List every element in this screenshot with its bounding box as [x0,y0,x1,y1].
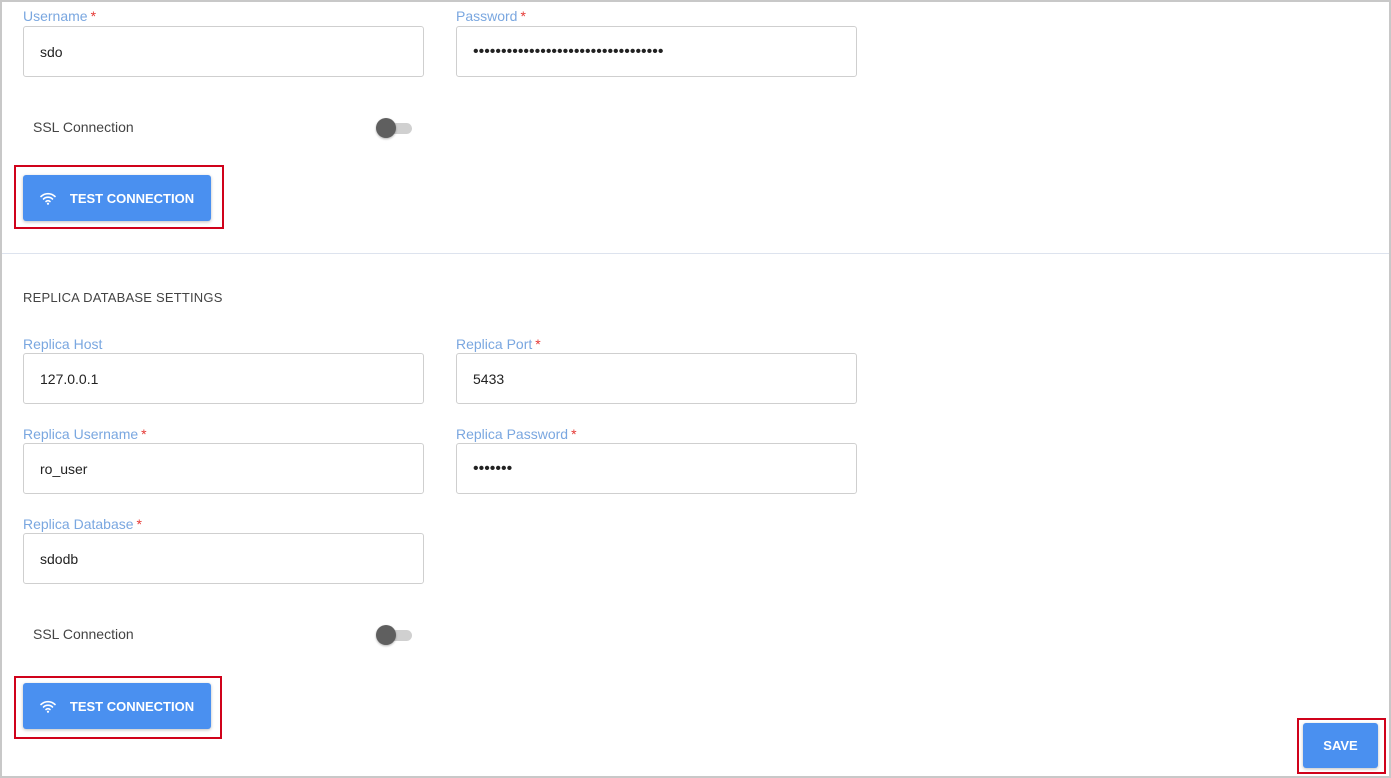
replica-ssl-connection-toggle[interactable] [376,625,412,645]
username-field[interactable] [23,26,424,77]
replica-database-field[interactable] [23,533,424,584]
wifi-icon [40,192,56,205]
password-label: Password * [456,8,526,24]
password-field[interactable] [456,26,857,77]
test-connection-label: TEST CONNECTION [69,698,195,714]
test-connection-label: TEST CONNECTION [69,190,195,206]
username-label: Username * [23,8,97,24]
section-divider [2,253,1389,254]
replica-password-label: Replica Password * [456,426,577,442]
replica-ssl-connection-label: SSL Connection [33,626,134,642]
replica-username-label: Replica Username * [23,426,147,442]
replica-test-connection-button[interactable]: TEST CONNECTION [23,683,211,729]
replica-section-title: REPLICA DATABASE SETTINGS [23,290,223,305]
test-connection-button[interactable]: TEST CONNECTION [23,175,211,221]
replica-port-label: Replica Port * [456,336,541,352]
replica-host-field[interactable] [23,353,424,404]
ssl-connection-toggle[interactable] [376,118,412,138]
save-label: SAVE [1323,738,1358,753]
save-button[interactable]: SAVE [1303,723,1378,768]
wifi-icon [40,700,56,713]
toggle-knob [376,118,396,138]
replica-port-field[interactable] [456,353,857,404]
replica-username-field[interactable] [23,443,424,494]
replica-password-field[interactable] [456,443,857,494]
toggle-knob [376,625,396,645]
ssl-connection-label: SSL Connection [33,119,134,135]
replica-host-label: Replica Host [23,336,103,352]
replica-database-label: Replica Database * [23,516,142,532]
